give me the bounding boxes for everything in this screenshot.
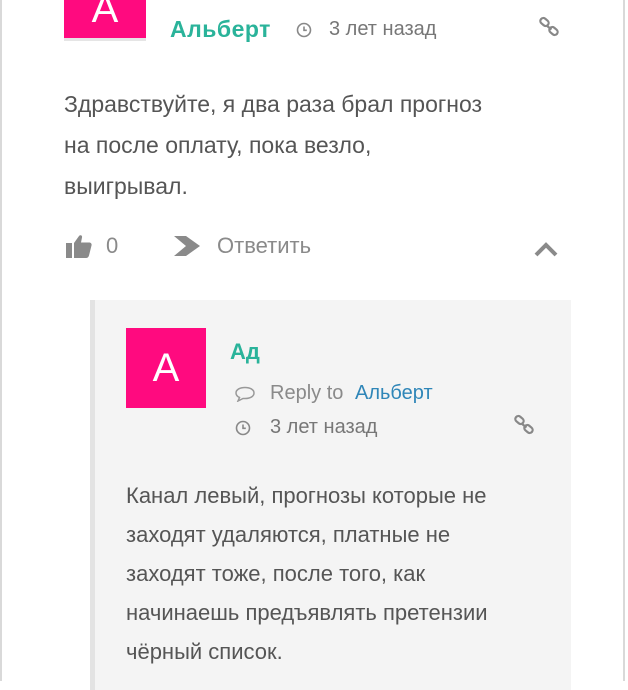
reply-button[interactable]: Ответить — [217, 233, 311, 259]
reply-arrow-icon[interactable] — [172, 234, 204, 258]
clock-icon — [235, 420, 251, 436]
page-frame-left — [0, 0, 2, 681]
comment-timestamp[interactable]: 3 лет назад — [329, 18, 436, 41]
comment-line: выигрывал. — [64, 173, 188, 199]
speech-bubble-icon — [235, 386, 255, 402]
comment-author[interactable]: Альберт — [170, 16, 271, 43]
page-frame-right — [623, 0, 625, 681]
comment-author[interactable]: Ад — [230, 339, 260, 365]
comment-line: чёрный список. — [126, 639, 283, 664]
reply-to-link[interactable]: Альберт — [355, 382, 433, 405]
comment-line: заходят тоже, после того, как — [126, 561, 426, 586]
link-icon[interactable] — [513, 414, 535, 436]
comment-body: Канал левый, прогнозы которые не заходят… — [126, 476, 556, 671]
comment-timestamp[interactable]: 3 лет назад — [270, 416, 377, 439]
comment-line: заходят удаляются, платные не — [126, 522, 451, 547]
comment-line: Здравствуйте, я два раза брал прогноз — [64, 91, 483, 117]
avatar[interactable]: A — [126, 328, 206, 408]
comment-line: начинаешь предъявлять претензии — [126, 600, 488, 625]
comment-body: Здравствуйте, я два раза брал прогноз на… — [64, 84, 564, 207]
like-count: 0 — [106, 233, 119, 258]
reply-to-label: Reply to — [270, 382, 344, 404]
link-icon[interactable] — [538, 16, 560, 38]
chevron-up-icon[interactable] — [533, 240, 559, 258]
clock-icon — [296, 22, 312, 38]
comment-line: Канал левый, прогнозы которые не — [126, 483, 487, 508]
comment-line: на после оплату, пока везло, — [64, 132, 372, 158]
avatar[interactable]: A — [64, 0, 146, 41]
thumbs-up-icon[interactable] — [66, 234, 92, 258]
